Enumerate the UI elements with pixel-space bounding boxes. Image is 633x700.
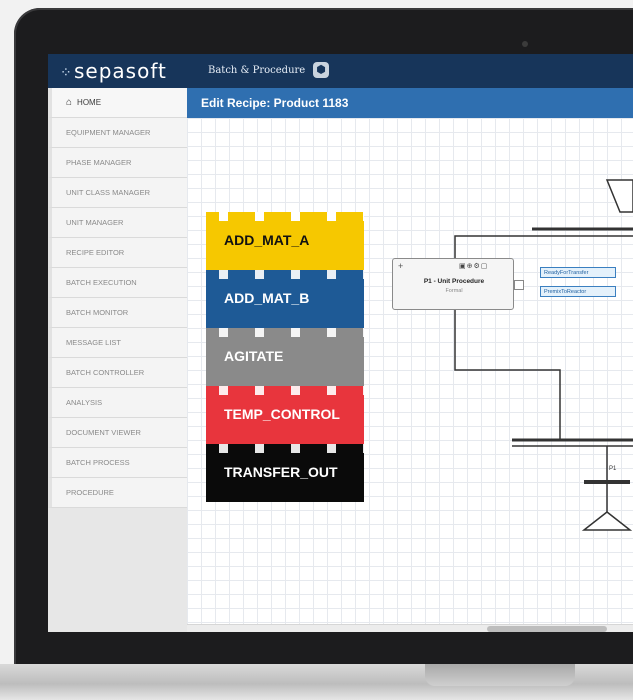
phase-block-add-mat-b[interactable]: ADD_MAT_B <box>206 270 364 328</box>
phase-block-temp-control[interactable]: TEMP_CONTROL <box>206 386 364 444</box>
unit-procedure-node[interactable]: + ▣⊕⚙▢ P1 - Unit Procedure Formal <box>392 258 514 310</box>
horizontal-scrollbar[interactable] <box>187 624 633 632</box>
laptop-notch <box>425 664 575 686</box>
phase-block-add-mat-a[interactable]: ADD_MAT_A <box>206 212 364 270</box>
sidebar-item-batch-monitor[interactable]: BATCH MONITOR <box>48 298 187 328</box>
home-icon: ⌂ <box>66 97 73 108</box>
phase-block-agitate[interactable]: AGITATE <box>206 328 364 386</box>
sidebar-item-home[interactable]: ⌂ HOME <box>48 88 187 118</box>
sidebar-item-label: HOME <box>77 98 102 107</box>
node-toolbar-icons[interactable]: ▣⊕⚙▢ <box>459 262 488 270</box>
scrollbar-thumb[interactable] <box>487 626 607 632</box>
sidebar-item-analysis[interactable]: ANALYSIS <box>48 388 187 418</box>
unit-procedure-name: P1 - Unit Procedure <box>423 278 485 285</box>
phase-block-stack: ADD_MAT_A ADD_MAT_B AGITATE TEMP_CONTROL… <box>206 212 364 502</box>
sidebar-item-unit-manager[interactable]: UNIT MANAGER <box>48 208 187 238</box>
phase-block-transfer-out[interactable]: TRANSFER_OUT <box>206 444 364 502</box>
step-label: P1 <box>609 466 617 472</box>
unit-procedure-sub: Formal <box>445 288 463 294</box>
app-title: Batch & Procedure <box>208 65 306 76</box>
sidebar-item-batch-execution[interactable]: BATCH EXECUTION <box>48 268 187 298</box>
sidebar-nav: ⌂ HOME EQUIPMENT MANAGER PHASE MANAGER UN… <box>48 88 188 632</box>
sidebar-item-equipment-manager[interactable]: EQUIPMENT MANAGER <box>48 118 187 148</box>
page-header: Edit Recipe: Product 1183 <box>187 88 633 118</box>
sidebar-item-message-list[interactable]: MESSAGE LIST <box>48 328 187 358</box>
sidebar-item-unit-class-manager[interactable]: UNIT CLASS MANAGER <box>48 178 187 208</box>
sidebar-item-batch-process[interactable]: BATCH PROCESS <box>48 448 187 478</box>
node-output-port[interactable] <box>514 280 524 290</box>
tag-ready-for-transfer[interactable]: ReadyForTransfer <box>540 267 616 278</box>
expand-icon[interactable]: + <box>398 261 403 271</box>
camera-icon <box>522 41 528 47</box>
top-bar: ⁘ sepasoft Batch & Procedure ⬢ <box>48 54 633 88</box>
page-title: Edit Recipe: Product 1183 <box>201 96 349 110</box>
sidebar-item-batch-controller[interactable]: BATCH CONTROLLER <box>48 358 187 388</box>
module-hexagon-icon[interactable]: ⬢ <box>313 62 329 78</box>
sidebar-item-phase-manager[interactable]: PHASE MANAGER <box>48 148 187 178</box>
sidebar-item-document-viewer[interactable]: DOCUMENT VIEWER <box>48 418 187 448</box>
brand-logo: sepasoft <box>74 59 167 83</box>
sidebar-item-recipe-editor[interactable]: RECIPE EDITOR <box>48 238 187 268</box>
sidebar-item-procedure[interactable]: PROCEDURE <box>48 478 187 508</box>
sepasoft-logo-icon: ⁘ <box>60 64 72 80</box>
tag-premix-to-reactor[interactable]: PremixToReactor <box>540 286 616 297</box>
